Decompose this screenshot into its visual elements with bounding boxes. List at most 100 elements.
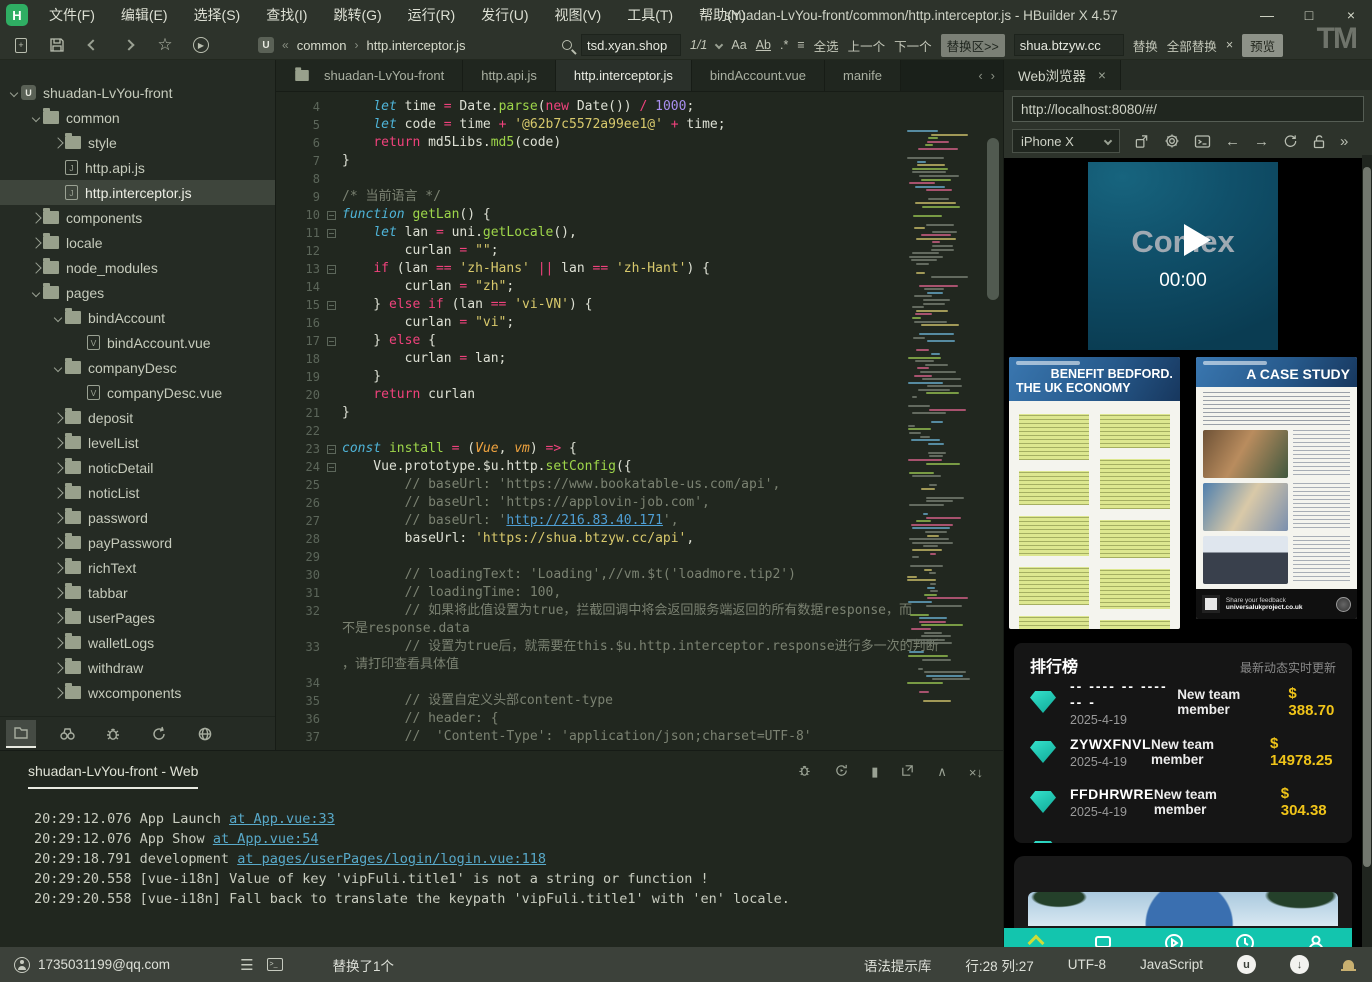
fold-marker-icon[interactable] xyxy=(320,206,342,224)
tree-expand-chevron-icon[interactable] xyxy=(50,365,65,371)
tree-item[interactable]: payPassword xyxy=(0,530,275,555)
editor-scrollbar[interactable] xyxy=(987,138,999,300)
code-line[interactable]: 21} xyxy=(276,404,939,422)
code-line[interactable]: 20 return curlan xyxy=(276,386,939,404)
tree-item[interactable]: bindAccount xyxy=(0,305,275,330)
back-icon[interactable] xyxy=(84,36,102,54)
code-line[interactable]: 18 curlan = lan; xyxy=(276,350,939,368)
console-restart-icon[interactable] xyxy=(834,763,849,781)
code-line[interactable]: ，请打印查看具体值 xyxy=(276,656,939,674)
code-line[interactable]: 4 let time = Date.parse(new Date()) / 10… xyxy=(276,98,939,116)
video-play-icon[interactable] xyxy=(1184,224,1211,256)
tree-collapse-chevron-icon[interactable] xyxy=(28,214,43,222)
tree-collapse-chevron-icon[interactable] xyxy=(50,639,65,647)
ranking-item[interactable]: ZYWXFNVL2025-4-19New team member$ 14978.… xyxy=(1030,727,1336,777)
code-line[interactable]: 33 // 设置为true后，就需要在this.$u.http.intercep… xyxy=(276,638,939,656)
console-tab[interactable]: shuadan-LvYou-front - Web xyxy=(28,763,198,789)
explorer-view-icon[interactable] xyxy=(6,720,36,748)
code-line[interactable]: 23const install = (Vue, vm) => { xyxy=(276,440,939,458)
code-line[interactable]: 7} xyxy=(276,152,939,170)
code-line[interactable]: 14 curlan = "zh"; xyxy=(276,278,939,296)
preview-button[interactable]: 预览 xyxy=(1242,34,1283,57)
code-line[interactable]: 25 // baseUrl: 'https://www.bookatable-u… xyxy=(276,476,939,494)
match-case-toggle[interactable]: Aa xyxy=(731,38,746,52)
browser-url-field[interactable]: http://localhost:8080/#/ xyxy=(1012,96,1364,122)
tree-expand-chevron-icon[interactable] xyxy=(28,115,43,121)
log-source-link[interactable]: at App.vue:54 xyxy=(213,831,319,847)
tree-item[interactable]: noticList xyxy=(0,480,275,505)
editor-tab[interactable]: http.interceptor.js xyxy=(556,60,692,91)
debug-bug-icon[interactable] xyxy=(98,720,128,748)
whole-word-toggle[interactable]: Ab xyxy=(756,38,771,52)
tree-item[interactable]: Ushuadan-LvYou-front xyxy=(0,80,275,105)
home-tab-icon[interactable] xyxy=(1027,935,1044,947)
menu-item[interactable]: 文件(F) xyxy=(36,0,108,30)
fold-marker-icon[interactable] xyxy=(320,458,342,476)
tree-collapse-chevron-icon[interactable] xyxy=(50,564,65,572)
tree-collapse-chevron-icon[interactable] xyxy=(50,414,65,422)
menu-item[interactable]: 跳转(G) xyxy=(320,0,394,30)
sync-icon[interactable] xyxy=(144,720,174,748)
menu-item[interactable]: 查找(I) xyxy=(253,0,320,30)
code-line[interactable]: 5 let code = time + '@62b7c5572a99ee1@' … xyxy=(276,116,939,134)
regex-toggle[interactable]: .* xyxy=(780,38,788,52)
play-tab-icon[interactable] xyxy=(1164,933,1184,947)
tree-item[interactable]: node_modules xyxy=(0,255,275,280)
new-file-icon[interactable]: + xyxy=(12,36,30,54)
breadcrumb-collapse-icon[interactable]: « xyxy=(282,38,289,52)
code-line[interactable]: 24 Vue.prototype.$u.http.setConfig({ xyxy=(276,458,939,476)
settings-gear-icon[interactable] xyxy=(1164,133,1180,149)
tree-item[interactable]: common xyxy=(0,105,275,130)
tab-scroll-right-icon[interactable]: › xyxy=(991,68,995,83)
tree-item[interactable]: style xyxy=(0,130,275,155)
tree-item[interactable]: levelList xyxy=(0,430,275,455)
tree-item[interactable]: withdraw xyxy=(0,655,275,680)
replace-zone-button[interactable]: 替换区>> xyxy=(941,34,1005,57)
more-tools-icon[interactable]: » xyxy=(1340,133,1348,150)
run-icon[interactable]: ▶ xyxy=(192,36,210,54)
code-line[interactable]: 22 xyxy=(276,422,939,440)
profile-tab-icon[interactable] xyxy=(1306,933,1326,947)
code-line[interactable]: 28 baseUrl: 'https://shua.btzyw.cc/api', xyxy=(276,530,939,548)
device-select[interactable]: iPhone X xyxy=(1012,129,1120,153)
tree-item[interactable]: userPages xyxy=(0,605,275,630)
editor-tab[interactable]: bindAccount.vue xyxy=(692,60,825,91)
log-source-link[interactable]: at pages/userPages/login/login.vue:118 xyxy=(237,851,546,867)
console-debug-icon[interactable] xyxy=(797,763,812,781)
bookmark-star-icon[interactable]: ☆ xyxy=(156,36,174,54)
breadcrumb-folder[interactable]: common xyxy=(297,38,347,53)
minimap[interactable] xyxy=(907,130,977,704)
tree-expand-chevron-icon[interactable] xyxy=(28,290,43,296)
tree-expand-chevron-icon[interactable] xyxy=(6,90,21,96)
tree-collapse-chevron-icon[interactable] xyxy=(50,589,65,597)
account-email[interactable]: 1735031199@qq.com xyxy=(38,957,170,972)
orders-tab-icon[interactable] xyxy=(1093,933,1113,947)
tree-item[interactable]: components xyxy=(0,205,275,230)
tree-item[interactable]: wxcomponents xyxy=(0,680,275,705)
code-line[interactable]: 16 curlan = "vi"; xyxy=(276,314,939,332)
code-line[interactable]: 26 // baseUrl: 'https://applovin-job.com… xyxy=(276,494,939,512)
poster-case-study[interactable]: A CASE STUDY Share your feedback univers… xyxy=(1196,357,1357,619)
ranking-item[interactable]: -- ---- -- ---- -- -2025-4-19New team me… xyxy=(1030,677,1336,727)
tree-collapse-chevron-icon[interactable] xyxy=(50,514,65,522)
tree-item[interactable]: VcompanyDesc.vue xyxy=(0,380,275,405)
replace-all-button[interactable]: 全部替换 xyxy=(1167,36,1217,55)
browser-tab[interactable]: Web浏览器 × xyxy=(1004,60,1121,90)
browser-forward-icon[interactable]: → xyxy=(1254,133,1269,150)
tree-collapse-chevron-icon[interactable] xyxy=(50,614,65,622)
tree-item[interactable]: Jhttp.interceptor.js xyxy=(0,180,275,205)
browser-refresh-icon[interactable] xyxy=(1283,134,1298,149)
forward-icon[interactable] xyxy=(120,36,138,54)
in-selection-icon[interactable]: ≡ xyxy=(797,38,804,52)
close-search-icon[interactable]: × xyxy=(1226,38,1233,52)
code-line[interactable]: 34 xyxy=(276,674,939,692)
menu-item[interactable]: 编辑(E) xyxy=(108,0,181,30)
code-line[interactable]: 6 return md5Libs.md5(code) xyxy=(276,134,939,152)
editor-tab[interactable]: shuadan-LvYou-front xyxy=(276,60,463,91)
code-line[interactable]: 9/* 当前语言 */ xyxy=(276,188,939,206)
history-tab-icon[interactable] xyxy=(1235,933,1255,947)
tree-collapse-chevron-icon[interactable] xyxy=(50,664,65,672)
save-icon[interactable] xyxy=(48,36,66,54)
console-export-icon[interactable] xyxy=(900,763,915,781)
find-prev-button[interactable]: 上一个 xyxy=(848,36,886,55)
